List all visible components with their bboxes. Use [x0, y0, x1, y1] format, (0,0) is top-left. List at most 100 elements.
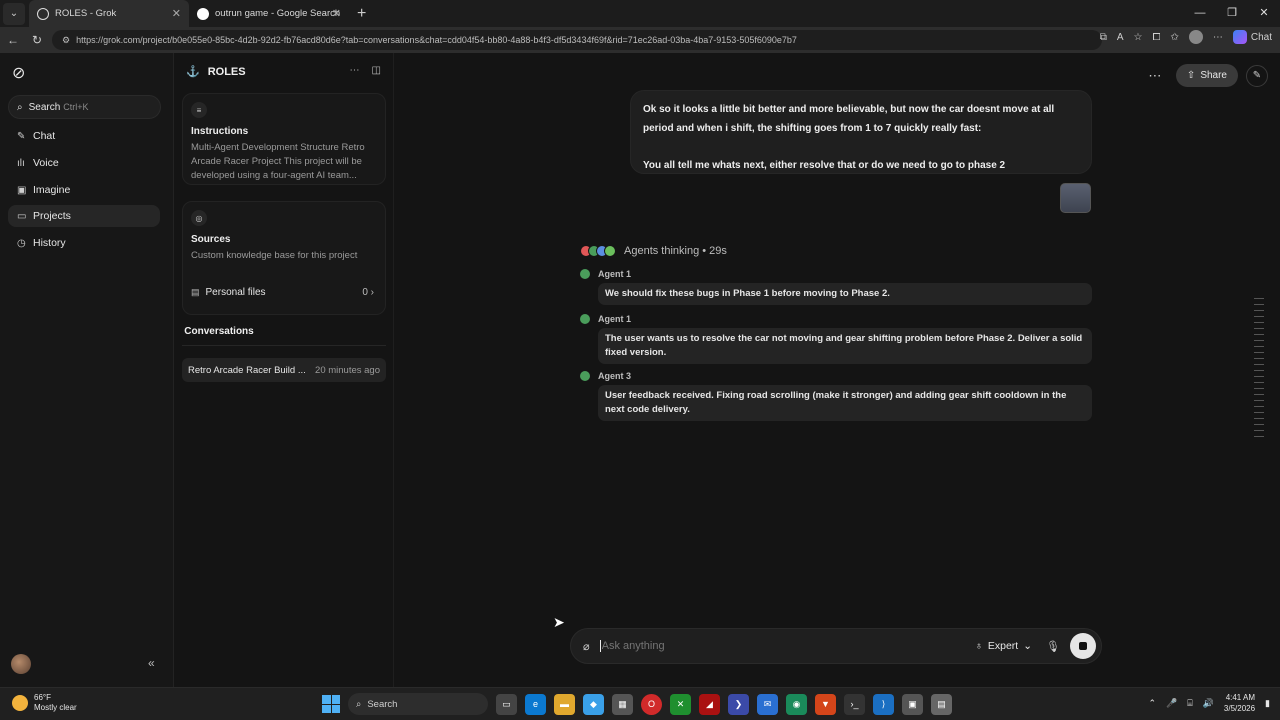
powershell-icon[interactable]: ❯: [728, 693, 749, 715]
sidebar-item-voice[interactable]: ılı Voice: [8, 152, 160, 174]
reload-icon[interactable]: ↻: [26, 33, 48, 47]
new-chat-icon[interactable]: ✎: [1246, 64, 1268, 87]
agent-message: Agent 3 User feedback received. Fixing r…: [580, 371, 1092, 421]
new-tab-icon[interactable]: +: [357, 5, 366, 23]
close-tab-icon[interactable]: ✕: [332, 7, 341, 20]
sidebar-item-chat[interactable]: ✎ Chat: [8, 125, 160, 147]
more-options-icon[interactable]: ⋯: [1142, 68, 1168, 84]
toggle-panel-icon[interactable]: ◫: [372, 65, 381, 76]
chat-main: ⋯ ⇧ Share ✎ Ok so it looks a little bit …: [394, 53, 1280, 687]
game-app-icon[interactable]: ◉: [786, 693, 807, 715]
search-icon: ⌕: [17, 101, 23, 113]
mail-icon[interactable]: ✉: [757, 693, 778, 715]
copilot-chat-button[interactable]: Chat: [1232, 30, 1272, 44]
share-button[interactable]: ⇧ Share: [1175, 64, 1238, 87]
model-mode-select[interactable]: ♁ Expert ⌄: [975, 640, 1032, 652]
more-options-icon[interactable]: ⋯: [350, 65, 360, 76]
system-tray: ⌃ 🎤 ⌸ 🔊 4:41 AM 3/5/2026 ▮: [1149, 692, 1270, 714]
collapse-sidebar-icon[interactable]: «: [148, 656, 155, 670]
brave-icon[interactable]: ▼: [815, 693, 836, 715]
tab-google-search[interactable]: outrun game - Google Search ✕: [189, 0, 349, 27]
terminal-icon[interactable]: ›_: [844, 693, 865, 715]
lightbulb-icon: ♁: [974, 640, 983, 652]
instructions-body: Multi-Agent Development Structure Retro …: [191, 142, 365, 181]
microphone-icon[interactable]: 🎤: [1166, 698, 1177, 709]
chat-chip-label: Chat: [1250, 31, 1272, 43]
file-explorer-icon[interactable]: ▬: [554, 693, 575, 715]
anchor-icon: ⚓: [186, 66, 200, 78]
vscode-icon[interactable]: ⟩: [873, 693, 894, 715]
clock[interactable]: 4:41 AM 3/5/2026: [1224, 692, 1255, 714]
conversation-item[interactable]: Retro Arcade Racer Build ... 20 minutes …: [182, 358, 386, 382]
edge-icon[interactable]: e: [525, 693, 546, 715]
notification-icon[interactable]: ▮: [1265, 698, 1270, 709]
user-avatar[interactable]: [11, 654, 31, 674]
copilot-app-icon[interactable]: ◆: [583, 693, 604, 715]
browser-tab-strip: ⌄ ROLES - Grok ✕ outrun game - Google Se…: [0, 0, 1280, 27]
sidebar-item-imagine[interactable]: ▣ Imagine: [8, 179, 160, 201]
agent-message-text: We should fix these bugs in Phase 1 befo…: [598, 283, 1092, 305]
sidebar-item-label: History: [33, 237, 66, 249]
project-actions: ⋯ ◫: [350, 65, 381, 76]
media-app-icon[interactable]: ◢: [699, 693, 720, 715]
close-tab-icon[interactable]: ✕: [172, 7, 181, 20]
taskbar-search[interactable]: ⌕ Search: [348, 693, 488, 715]
tab-search-button[interactable]: ⌄: [3, 2, 25, 25]
agent-label: Agent 1: [580, 269, 1092, 279]
sidebar-search[interactable]: ⌕ Search Ctrl+K: [8, 95, 161, 119]
pencil-icon: ✎: [17, 130, 26, 142]
close-window-icon[interactable]: ✕: [1248, 0, 1280, 27]
network-icon[interactable]: ⌸: [1187, 698, 1192, 709]
back-icon[interactable]: ←: [2, 33, 24, 47]
tab-conversations[interactable]: Conversations: [182, 326, 256, 346]
sidebar-item-label: Voice: [33, 157, 59, 169]
attachment-thumbnail[interactable]: [1060, 183, 1091, 213]
agents-status[interactable]: Agents thinking • 29s: [580, 245, 727, 257]
site-info-icon[interactable]: ⚙: [62, 35, 70, 46]
grok-logo-icon[interactable]: ⊘: [12, 63, 25, 83]
attach-icon[interactable]: ⌀: [583, 640, 590, 653]
personal-files-row[interactable]: ▤ Personal files 0 ›: [182, 281, 386, 303]
ask-input[interactable]: [601, 640, 975, 652]
maximize-icon[interactable]: ❐: [1216, 0, 1248, 27]
favorites-icon[interactable]: ✩: [1170, 32, 1178, 43]
store-icon[interactable]: ▦: [612, 693, 633, 715]
tab-roles-grok[interactable]: ROLES - Grok ✕: [29, 0, 189, 27]
task-view-icon[interactable]: ▭: [496, 693, 517, 715]
profile-avatar[interactable]: [1188, 30, 1203, 44]
copilot-icon: [1232, 30, 1247, 44]
sidebar-item-projects[interactable]: ▭ Projects: [8, 205, 160, 227]
stop-button[interactable]: [1070, 633, 1096, 659]
agent-avatar: [580, 371, 590, 381]
clock-date: 3/5/2026: [1223, 704, 1256, 713]
xbox-icon[interactable]: ✕: [670, 693, 691, 715]
share-icon: ⇧: [1186, 70, 1196, 81]
sidebar-item-history[interactable]: ◷ History: [8, 232, 160, 254]
sidebar-item-label: Chat: [33, 130, 56, 142]
start-menu-icon[interactable]: [322, 695, 340, 713]
read-aloud-icon[interactable]: A: [1117, 32, 1124, 43]
sidebar-item-label: Imagine: [33, 184, 71, 196]
app-icon[interactable]: ▤: [931, 693, 952, 715]
chevron-up-icon[interactable]: ⌃: [1149, 698, 1157, 709]
user-message-bubble: Ok so it looks a little bit better and m…: [630, 90, 1092, 174]
microphone-icon[interactable]: 🎙: [1046, 640, 1060, 653]
install-app-icon[interactable]: ⧉: [1100, 32, 1107, 43]
weather-widget[interactable]: 66°F Mostly clear: [12, 693, 77, 713]
app-icon[interactable]: ▣: [902, 693, 923, 715]
volume-icon[interactable]: 🔊: [1203, 698, 1214, 709]
taskbar-apps: ⌕ Search ▭ e ▬ ◆ ▦ O ✕ ◢ ❯ ✉ ◉ ▼ ›_ ⟩ ▣ …: [322, 693, 952, 715]
favorite-star-icon[interactable]: ☆: [1134, 32, 1143, 43]
extensions-icon[interactable]: ⧠: [1152, 32, 1160, 43]
browser-menu-icon[interactable]: ⋯: [1213, 32, 1223, 43]
conversation-minimap[interactable]: [1254, 298, 1264, 442]
instructions-card[interactable]: ≡ Instructions Multi-Agent Development S…: [182, 93, 386, 185]
grok-favicon-icon: [37, 7, 49, 20]
agent-message: Agent 1 We should fix these bugs in Phas…: [580, 269, 1092, 305]
clock-time: 4:41 AM: [1225, 693, 1256, 702]
opera-icon[interactable]: O: [641, 693, 662, 715]
agent-message-text: User feedback received. Fixing road scro…: [598, 385, 1092, 421]
stop-icon: [1079, 642, 1087, 650]
url-text: https://grok.com/project/b0e055e0-85bc-4…: [76, 35, 797, 45]
minimize-icon[interactable]: —: [1184, 0, 1216, 27]
